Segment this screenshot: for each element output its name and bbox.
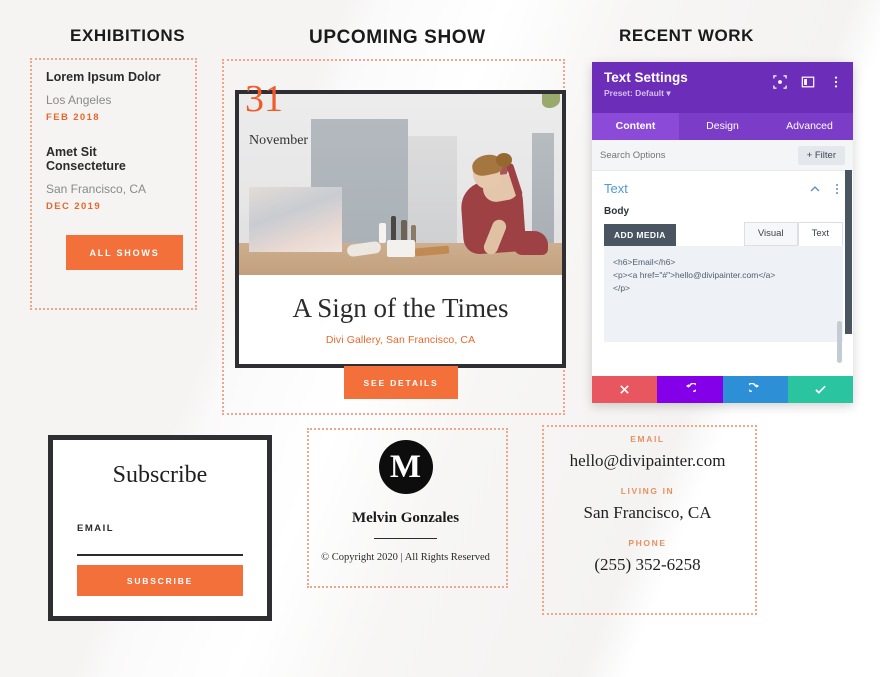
- divi-preset-label: Preset: Default: [604, 88, 664, 98]
- tab-text[interactable]: Text: [797, 222, 843, 246]
- show-photo: [239, 94, 562, 275]
- copyright-text: © Copyright 2020 | All Rights Reserved: [321, 552, 490, 563]
- editor-toolbar: ADD MEDIA Visual Text: [592, 217, 853, 246]
- body-field-label: Body: [604, 206, 629, 217]
- check-icon: [815, 385, 826, 394]
- tab-visual[interactable]: Visual: [743, 222, 798, 246]
- cancel-button[interactable]: [592, 376, 658, 403]
- contact-label-living-in: LIVING IN: [620, 486, 675, 496]
- signature-card: M Melvin Gonzales © Copyright 2020 | All…: [307, 428, 504, 584]
- divi-tab-bar: Content Design Advanced: [592, 113, 853, 140]
- html-code-editor[interactable]: <h6>Email</h6> <p><a href="#">hello@divi…: [604, 246, 843, 342]
- section-title-recent-work: RECENT WORK: [619, 26, 755, 45]
- redo-button[interactable]: [722, 376, 788, 403]
- divi-panel-body: Text Body ADD MEDIA Visual Text <h6>Emai…: [592, 171, 853, 373]
- save-button[interactable]: [787, 376, 853, 403]
- photo-box: [387, 240, 415, 257]
- page-stage: EXHIBITIONS UPCOMING SHOW RECENT WORK Lo…: [0, 0, 880, 677]
- focus-icon[interactable]: [773, 75, 787, 89]
- email-field[interactable]: [77, 542, 243, 556]
- show-date-month: November: [249, 133, 309, 148]
- exhibition-name: Lorem Ipsum Dolor: [46, 70, 161, 84]
- contact-card: EMAIL hello@divipainter.com LIVING IN Sa…: [542, 425, 753, 611]
- redo-icon: [748, 383, 759, 393]
- email-field-label: EMAIL: [77, 523, 115, 534]
- divi-text-settings-panel: Text Settings Preset: Default ▾ Content …: [592, 62, 853, 403]
- code-editor-scrollbar[interactable]: [837, 321, 842, 363]
- text-section-label: Text: [604, 181, 628, 196]
- text-section-header: Text: [592, 171, 853, 200]
- tab-advanced[interactable]: Advanced: [766, 113, 853, 140]
- photo-brush: [401, 220, 407, 242]
- see-details-button[interactable]: SEE DETAILS: [344, 366, 458, 399]
- chevron-down-icon: ▾: [666, 88, 671, 98]
- divi-header-icons: [773, 75, 843, 89]
- split-view-icon[interactable]: [801, 75, 815, 89]
- more-options-icon[interactable]: [829, 75, 843, 89]
- panel-scrollbar[interactable]: [845, 170, 852, 334]
- filter-button[interactable]: + Filter: [797, 145, 845, 165]
- contact-value-phone: (255) 352-6258: [594, 555, 701, 574]
- exhibition-city: San Francisco, CA: [46, 182, 147, 196]
- all-shows-button[interactable]: ALL SHOWS: [66, 235, 183, 270]
- more-options-icon[interactable]: [831, 183, 843, 195]
- subscribe-heading: Subscribe: [112, 462, 208, 488]
- undo-button[interactable]: [657, 376, 723, 403]
- logo-avatar: M: [378, 440, 433, 494]
- photo-brush: [391, 216, 396, 241]
- exhibition-city: Los Angeles: [46, 93, 112, 107]
- exhibition-date: FEB 2018: [46, 112, 100, 123]
- divi-action-bar: [592, 376, 853, 403]
- close-icon: [620, 385, 629, 394]
- editor-tab-group: Visual Text: [743, 222, 843, 246]
- photo-canvas-right: [532, 133, 554, 243]
- chevron-up-icon[interactable]: [809, 183, 821, 195]
- show-venue: Divi Gallery, San Francisco, CA: [325, 334, 476, 346]
- section-title-upcoming-show: UPCOMING SHOW: [309, 27, 486, 48]
- divi-search-row: + Filter: [592, 140, 853, 171]
- divi-preset-selector[interactable]: Preset: Default ▾: [604, 88, 841, 99]
- contact-label-phone: PHONE: [628, 538, 667, 548]
- photo-bottle: [379, 223, 386, 243]
- contact-label-email: EMAIL: [630, 434, 665, 444]
- search-input[interactable]: [600, 149, 798, 161]
- photo-person-hair-bun: [496, 153, 512, 167]
- exhibition-name: Amet Sit Consecteture: [46, 145, 126, 173]
- subscribe-button[interactable]: SUBSCRIBE: [77, 565, 243, 596]
- show-title: A Sign of the Times: [292, 293, 509, 323]
- contact-value-living-in: San Francisco, CA: [583, 503, 712, 522]
- upcoming-show-card: A Sign of the Times Divi Gallery, San Fr…: [235, 90, 566, 368]
- divider: [374, 538, 437, 539]
- contact-value-email: hello@divipainter.com: [569, 451, 726, 470]
- upcoming-show-details: A Sign of the Times Divi Gallery, San Fr…: [239, 275, 562, 364]
- exhibition-date: DEC 2019: [46, 201, 102, 212]
- photo-canvas-front: [249, 187, 342, 252]
- signature-name: Melvin Gonzales: [351, 510, 460, 526]
- tab-design[interactable]: Design: [679, 113, 766, 140]
- add-media-button[interactable]: ADD MEDIA: [604, 224, 676, 246]
- section-title-exhibitions: EXHIBITIONS: [70, 26, 186, 45]
- divi-panel-header: Text Settings Preset: Default ▾: [592, 62, 853, 113]
- tab-content[interactable]: Content: [592, 113, 679, 140]
- show-date-day: 31: [245, 78, 283, 120]
- subscribe-card: Subscribe EMAIL SUBSCRIBE: [48, 435, 272, 621]
- undo-icon: [686, 383, 697, 393]
